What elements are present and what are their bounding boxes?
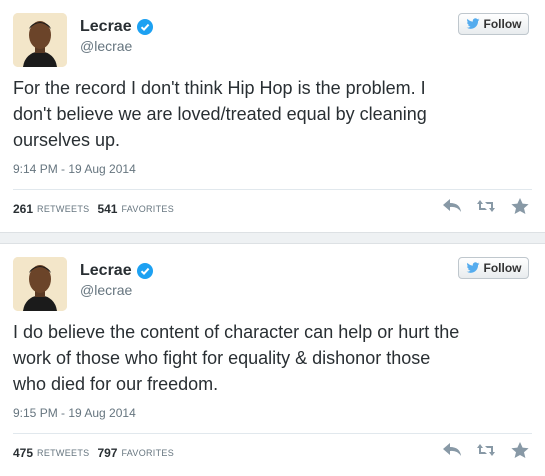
timestamp[interactable]: 9:15 PM - 19 Aug 2014 [13,406,136,420]
divider [13,189,532,190]
tweet-stats: 475 RETWEETS 797 FAVORITES [13,446,182,460]
retweet-count[interactable]: 261 [13,202,33,216]
reply-icon[interactable] [441,440,463,460]
user-handle[interactable]: @lecrae [80,282,132,298]
favorite-star-icon[interactable] [509,440,531,460]
favorite-count[interactable]: 797 [97,446,117,460]
tweet-actions [441,196,531,216]
user-handle[interactable]: @lecrae [80,38,132,54]
tweet-text: I do believe the content of character ca… [13,319,533,397]
tweet-card: Lecrae @lecrae Follow I do believe the c… [0,244,545,476]
verified-badge-icon [136,263,153,279]
tweet-card: Lecrae @lecrae Follow For the record I d… [0,0,545,232]
retweets-label: RETWEETS [37,448,90,458]
retweets-label: RETWEETS [37,204,90,214]
display-name[interactable]: Lecrae [80,18,132,36]
divider [13,433,532,434]
follow-label: Follow [483,261,522,275]
retweet-icon[interactable] [475,440,497,460]
tweet-text-line: who died for our freedom. [13,374,219,394]
favorite-star-icon[interactable] [509,196,531,216]
tweet-text-line: For the record I don't think Hip Hop is … [13,78,426,98]
favorites-label: FAVORITES [121,204,175,214]
bird-icon [466,18,479,29]
tweet-text-line: work of those who fight for equality & d… [13,348,431,368]
avatar[interactable] [13,257,67,311]
favorites-label: FAVORITES [121,448,175,458]
tweet-separator [0,232,545,244]
verified-badge-icon [136,19,153,35]
follow-button[interactable]: Follow [458,257,529,279]
tweet-text-line: ourselves up. [13,130,121,150]
follow-button[interactable]: Follow [458,13,529,35]
avatar[interactable] [13,13,67,67]
retweet-count[interactable]: 475 [13,446,33,460]
tweet-text-line: don't believe we are loved/treated equal… [13,104,427,124]
timestamp[interactable]: 9:14 PM - 19 Aug 2014 [13,162,136,176]
tweet-text: For the record I don't think Hip Hop is … [13,75,533,153]
retweet-icon[interactable] [475,196,497,216]
bird-icon [466,262,479,273]
favorite-count[interactable]: 541 [97,202,117,216]
follow-label: Follow [483,17,522,31]
tweet-stats: 261 RETWEETS 541 FAVORITES [13,202,182,216]
tweet-actions [441,440,531,460]
reply-icon[interactable] [441,196,463,216]
display-name[interactable]: Lecrae [80,262,132,280]
tweet-text-line: I do believe the content of character ca… [13,322,460,342]
